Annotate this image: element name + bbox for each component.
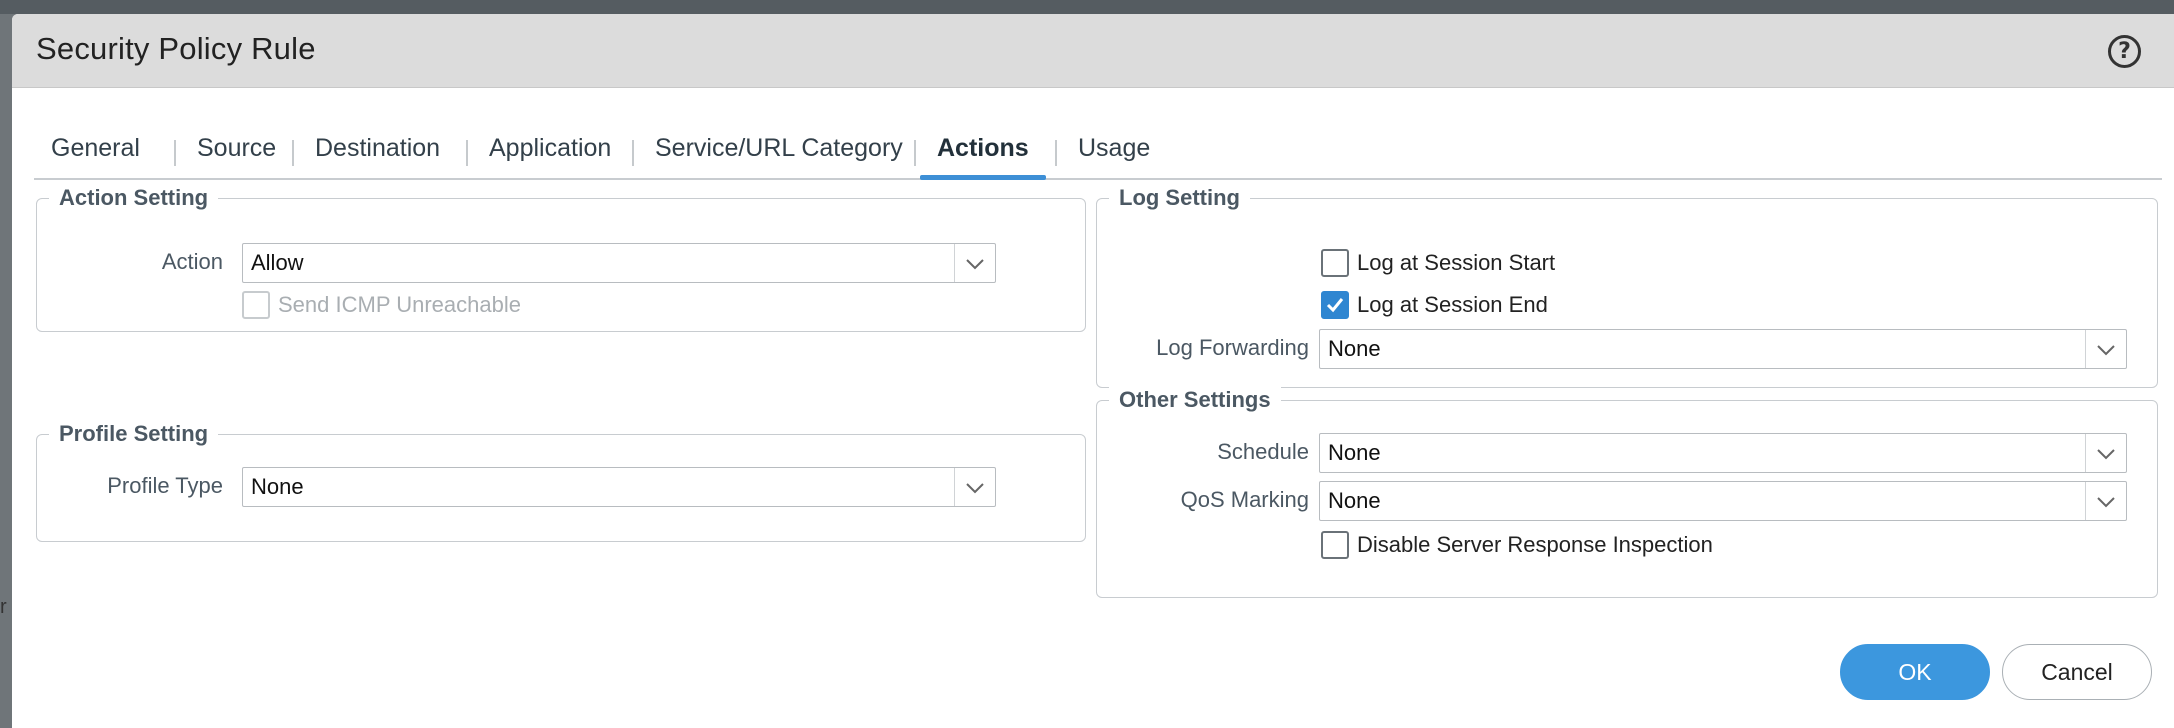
action-select-value: Allow bbox=[251, 250, 304, 275]
qos-marking-label: QoS Marking bbox=[1180, 487, 1309, 512]
tab-bar: General Source Destination Application S… bbox=[34, 122, 2162, 180]
profile-setting-legend: Profile Setting bbox=[49, 421, 219, 447]
checkbox-box bbox=[1321, 249, 1349, 277]
log-forwarding-select[interactable]: None bbox=[1319, 329, 2127, 369]
log-setting-group: Log Setting Log at Session Start Log at … bbox=[1096, 185, 2158, 388]
select-divider bbox=[2085, 330, 2086, 368]
disable-server-response-inspection-checkbox[interactable]: Disable Server Response Inspection bbox=[1321, 531, 1713, 559]
checkbox-box bbox=[242, 291, 270, 319]
schedule-select-value: None bbox=[1328, 440, 1381, 465]
tab-application[interactable]: Application bbox=[489, 134, 611, 163]
chevron-down-icon bbox=[966, 483, 984, 494]
select-divider bbox=[2085, 434, 2086, 472]
tab-general[interactable]: General bbox=[51, 134, 140, 163]
qos-marking-select[interactable]: None bbox=[1319, 481, 2127, 521]
chevron-down-icon bbox=[2097, 497, 2115, 508]
profile-type-select-value: None bbox=[251, 474, 304, 499]
action-setting-group: Action Setting Action Allow Send ICMP Un… bbox=[36, 185, 1086, 332]
schedule-label: Schedule bbox=[1217, 439, 1309, 464]
qos-marking-select-value: None bbox=[1328, 488, 1381, 513]
log-at-session-start-checkbox[interactable]: Log at Session Start bbox=[1321, 249, 1555, 277]
tab-separator bbox=[1055, 140, 1057, 166]
help-icon[interactable]: ? bbox=[2108, 35, 2141, 68]
chevron-down-icon bbox=[2097, 449, 2115, 460]
tab-separator bbox=[466, 140, 468, 166]
checkbox-box-checked bbox=[1321, 291, 1349, 319]
cancel-button[interactable]: Cancel bbox=[2002, 644, 2152, 700]
active-tab-indicator bbox=[920, 175, 1046, 180]
send-icmp-unreachable-label: Send ICMP Unreachable bbox=[278, 292, 521, 317]
tab-destination[interactable]: Destination bbox=[315, 134, 440, 163]
tab-actions[interactable]: Actions bbox=[937, 134, 1029, 163]
log-forwarding-label: Log Forwarding bbox=[1156, 335, 1309, 360]
checkmark-icon bbox=[1326, 298, 1344, 313]
select-divider bbox=[954, 468, 955, 506]
action-select[interactable]: Allow bbox=[242, 243, 996, 283]
dialog-title-bar: Security Policy Rule ? bbox=[12, 14, 2174, 88]
tab-separator bbox=[292, 140, 294, 166]
checkbox-box bbox=[1321, 531, 1349, 559]
other-settings-group: Other Settings Schedule None QoS Marking… bbox=[1096, 387, 2158, 598]
dialog-title: Security Policy Rule bbox=[36, 31, 316, 66]
profile-type-label: Profile Type bbox=[107, 473, 223, 498]
log-forwarding-select-value: None bbox=[1328, 336, 1381, 361]
tab-service-url-category[interactable]: Service/URL Category bbox=[655, 134, 903, 163]
disable-server-response-inspection-label: Disable Server Response Inspection bbox=[1357, 532, 1713, 557]
log-at-session-start-label: Log at Session Start bbox=[1357, 250, 1556, 275]
security-policy-rule-dialog: Security Policy Rule ? General Source De… bbox=[12, 14, 2174, 728]
log-setting-legend: Log Setting bbox=[1109, 185, 1250, 211]
tab-separator bbox=[632, 140, 634, 166]
tab-separator bbox=[914, 140, 916, 166]
profile-setting-group: Profile Setting Profile Type None bbox=[36, 421, 1086, 542]
action-label: Action bbox=[161, 249, 223, 274]
background-text-fragment: r bbox=[0, 596, 7, 618]
chevron-down-icon bbox=[966, 259, 984, 270]
schedule-select[interactable]: None bbox=[1319, 433, 2127, 473]
profile-type-select[interactable]: None bbox=[242, 467, 996, 507]
tab-usage[interactable]: Usage bbox=[1078, 134, 1150, 163]
select-divider bbox=[954, 244, 955, 282]
send-icmp-unreachable-checkbox[interactable]: Send ICMP Unreachable bbox=[242, 291, 521, 319]
log-at-session-end-checkbox[interactable]: Log at Session End bbox=[1321, 291, 1548, 319]
other-settings-legend: Other Settings bbox=[1109, 387, 1281, 413]
chevron-down-icon bbox=[2097, 345, 2115, 356]
select-divider bbox=[2085, 482, 2086, 520]
tab-source[interactable]: Source bbox=[197, 134, 276, 163]
ok-button[interactable]: OK bbox=[1840, 644, 1990, 700]
action-setting-legend: Action Setting bbox=[49, 185, 219, 211]
background-window-strip bbox=[0, 0, 2174, 14]
tab-separator bbox=[174, 140, 176, 166]
log-at-session-end-label: Log at Session End bbox=[1357, 292, 1548, 317]
